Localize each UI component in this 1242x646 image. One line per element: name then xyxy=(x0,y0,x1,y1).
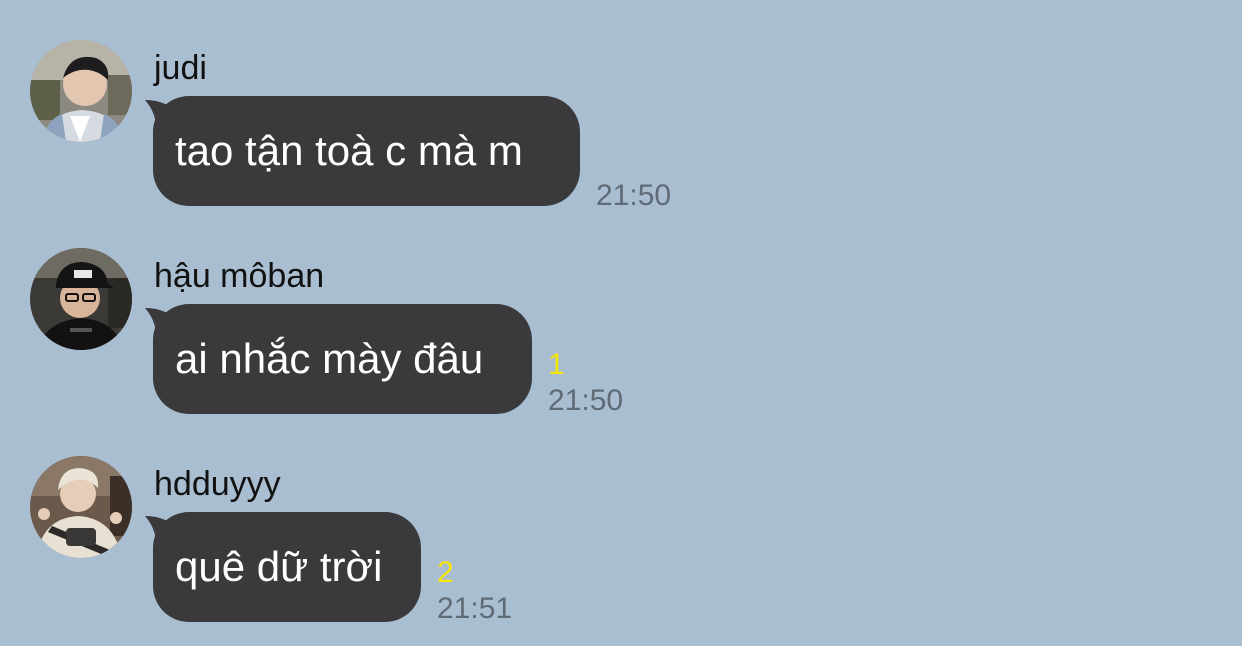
sender-name: hậu môban xyxy=(154,257,325,295)
avatar[interactable] xyxy=(30,456,132,558)
sender-name: judi xyxy=(154,49,207,87)
avatar[interactable] xyxy=(30,40,132,142)
user-avatar-icon xyxy=(30,40,132,142)
user-avatar-icon xyxy=(30,248,132,350)
message-time: 21:51 xyxy=(437,592,513,625)
message-time: 21:50 xyxy=(548,384,624,417)
message-row: hậu môban ai nhắc mày đâu 1 21:50 xyxy=(0,248,1242,456)
sender-name: hdduyyy xyxy=(154,465,281,503)
unread-count: 2 xyxy=(437,556,454,589)
message-time: 21:50 xyxy=(596,179,672,212)
message-bubble[interactable]: tao tận toà c mà m xyxy=(153,96,580,206)
message-row: hdduyyy quê dữ trời 2 21:51 xyxy=(0,456,1242,646)
message-bubble[interactable]: quê dữ trời xyxy=(153,512,421,622)
message-bubble[interactable]: ai nhắc mày đâu xyxy=(153,304,532,414)
user-avatar-icon xyxy=(30,456,132,558)
message-row: judi tao tận toà c mà m 21:50 xyxy=(0,40,1242,248)
avatar[interactable] xyxy=(30,248,132,350)
chat-message-list[interactable]: judi tao tận toà c mà m 21:50 hậu môban … xyxy=(0,0,1242,646)
unread-count: 1 xyxy=(548,348,565,381)
